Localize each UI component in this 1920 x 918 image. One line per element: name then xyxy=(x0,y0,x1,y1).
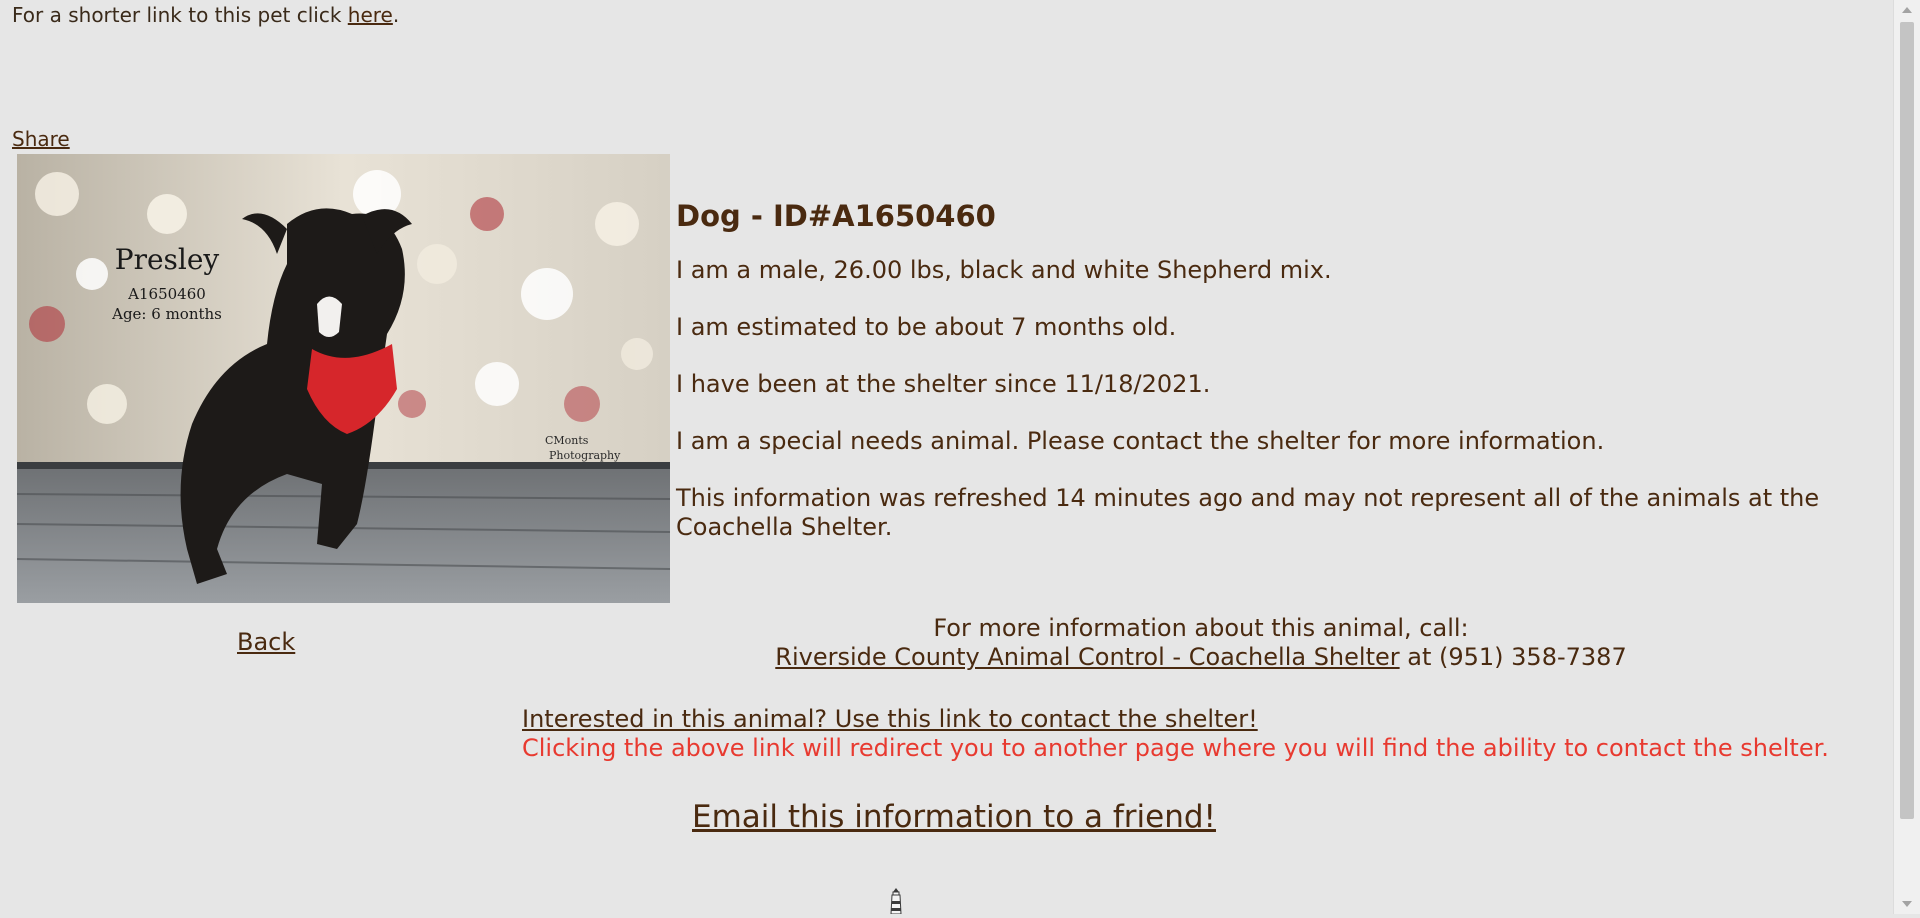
short-link-prefix: For a shorter link to this pet click xyxy=(12,3,348,27)
share-link[interactable]: Share xyxy=(12,126,70,152)
shelter-phone: at (951) 358-7387 xyxy=(1399,643,1627,671)
pet-description: I am a male, 26.00 lbs, black and white … xyxy=(676,256,1332,284)
pet-photo: Presley A1650460 Age: 6 months CMonts Ph… xyxy=(17,154,670,603)
back-link[interactable]: Back xyxy=(237,627,295,657)
pet-age-estimate: I am estimated to be about 7 months old. xyxy=(676,313,1177,341)
contact-shelter-link[interactable]: Interested in this animal? Use this link… xyxy=(522,705,1258,733)
contact-info: For more information about this animal, … xyxy=(676,614,1726,672)
contact-intro: For more information about this animal, … xyxy=(933,614,1469,642)
pet-refresh-note: This information was refreshed 14 minute… xyxy=(676,484,1820,541)
pet-title: Dog - ID#A1650460 xyxy=(676,199,996,233)
email-friend-link[interactable]: Email this information to a friend! xyxy=(692,798,1216,836)
vertical-scrollbar[interactable] xyxy=(1893,0,1920,914)
watermark-line2: Photography xyxy=(549,449,621,462)
interest-block: Interested in this animal? Use this link… xyxy=(522,705,1829,763)
shelter-link[interactable]: Riverside County Animal Control - Coache… xyxy=(775,643,1399,671)
overlay-name: Presley xyxy=(115,243,220,276)
pet-shelter-since: I have been at the shelter since 11/18/2… xyxy=(676,370,1211,398)
short-link-suffix: . xyxy=(392,3,400,27)
contact-line: Riverside County Animal Control - Coache… xyxy=(676,643,1726,672)
short-link-line: For a shorter link to this pet click her… xyxy=(12,2,399,28)
scroll-up-arrow-icon[interactable] xyxy=(1902,7,1912,13)
overlay-age: Age: 6 months xyxy=(111,305,222,323)
scroll-thumb[interactable] xyxy=(1900,22,1914,819)
redirect-note: Clicking the above link will redirect yo… xyxy=(522,734,1829,762)
lighthouse-icon xyxy=(886,886,906,915)
pet-details: Dog - ID#A1650460 I am a male, 26.00 lbs… xyxy=(676,196,1856,570)
short-link-here[interactable]: here xyxy=(348,3,393,27)
pet-photo-graphic: Presley A1650460 Age: 6 months CMonts Ph… xyxy=(17,154,670,603)
pet-special-needs: I am a special needs animal. Please cont… xyxy=(676,427,1605,455)
scroll-down-arrow-icon[interactable] xyxy=(1902,901,1912,907)
overlay-id: A1650460 xyxy=(127,285,206,303)
watermark-line1: CMonts xyxy=(545,434,589,447)
